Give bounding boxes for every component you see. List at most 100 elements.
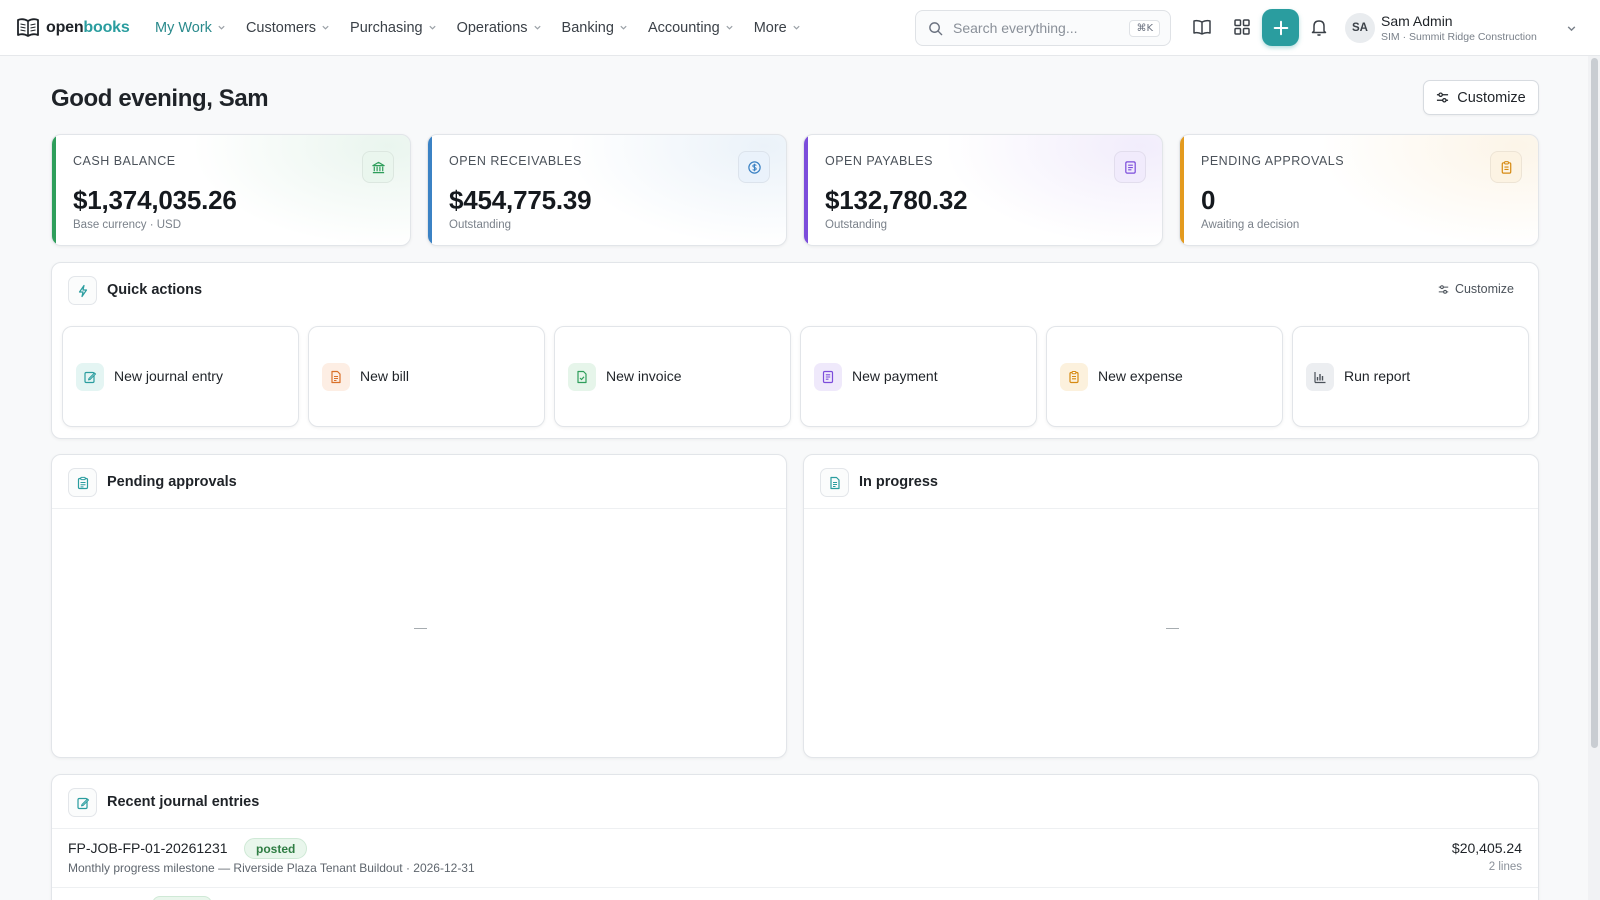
page-scrollbar-thumb[interactable] (1591, 58, 1598, 748)
global-search-input[interactable]: Search everything... ⌘K (915, 10, 1171, 46)
chevron-down-icon (533, 25, 541, 30)
quick-action-label: New expense (1098, 368, 1183, 384)
stat-card-open-receivables[interactable]: OPEN RECEIVABLES $454,775.39 Outstanding (427, 134, 787, 246)
chevron-down-icon (620, 25, 627, 30)
notifications-bell-icon[interactable] (1308, 16, 1330, 38)
customize-dashboard-button[interactable]: Customize (1423, 80, 1539, 115)
clipboard-icon (1490, 151, 1522, 183)
chevron-down-icon (793, 25, 800, 30)
stat-value: 0 (1201, 185, 1216, 215)
create-new-button[interactable] (1262, 9, 1299, 46)
nav-operations[interactable]: Operations (457, 0, 542, 56)
journal-entry-description: Monthly progress milestone — Riverside P… (68, 861, 475, 875)
nav-label: Customers (245, 19, 317, 36)
stat-subtext: Awaiting a decision (1201, 219, 1300, 231)
pending-approvals-panel: Pending approvals — (51, 454, 787, 758)
quick-actions-title: Quick actions (107, 282, 203, 298)
page-greeting: Good evening, Sam (51, 85, 269, 112)
payment-icon (814, 363, 842, 391)
stat-label: CASH BALANCE (73, 154, 176, 168)
in-progress-title: In progress (859, 474, 938, 490)
quick-action-label: New payment (852, 368, 938, 384)
in-progress-panel: In progress — (803, 454, 1539, 758)
quick-action-label: New bill (360, 368, 410, 384)
pending-approvals-empty-state: — (414, 620, 427, 635)
panel-divider (52, 828, 1538, 829)
nav-label: Accounting (647, 19, 720, 36)
quick-action-label: New journal entry (114, 368, 223, 384)
chevron-down-icon (726, 25, 733, 30)
quick-action-new-expense[interactable]: New expense (1046, 326, 1283, 427)
status-badge: posted (244, 838, 308, 859)
nav-accounting[interactable]: Accounting (648, 0, 734, 56)
chevron-down-icon (218, 25, 225, 30)
stat-accent-bar (52, 135, 56, 245)
stat-value: $1,374,035.26 (73, 185, 237, 215)
nav-label: Purchasing (350, 19, 423, 36)
dollar-circle-icon (738, 151, 770, 183)
user-name[interactable]: Sam Admin (1381, 13, 1453, 29)
quick-actions-customize-link[interactable]: Customize (1438, 282, 1514, 296)
pending-approvals-title: Pending approvals (107, 474, 237, 490)
receipt-icon (1114, 151, 1146, 183)
customize-label: Customize (1454, 282, 1514, 296)
nav-customers[interactable]: Customers (246, 0, 330, 56)
bank-icon (362, 151, 394, 183)
nav-label: My Work (155, 19, 212, 36)
user-avatar[interactable]: SA (1345, 13, 1375, 43)
status-badge-partial (152, 896, 212, 900)
stat-subtext: Outstanding (825, 219, 888, 231)
quick-action-new-invoice[interactable]: New invoice (554, 326, 791, 427)
chevron-down-icon (322, 25, 329, 30)
journal-edit-icon (68, 788, 97, 817)
stat-card-cash-balance[interactable]: CASH BALANCE $1,374,035.26 Base currency… (51, 134, 411, 246)
chevron-down-icon (428, 25, 436, 30)
quick-action-label: Run report (1344, 368, 1411, 384)
document-icon (820, 468, 849, 497)
book-icon[interactable] (1191, 16, 1213, 38)
stat-subtext: Outstanding (449, 219, 512, 231)
recent-journal-entries-title: Recent journal entries (107, 794, 260, 810)
recent-journal-entries-panel: Recent journal entries (51, 774, 1539, 900)
plus-icon (1273, 20, 1288, 35)
sliders-icon (1437, 92, 1449, 103)
top-navigation-bar: openbooks My Work Customers Purchasing O… (0, 0, 1600, 56)
customize-label: Customize (1457, 89, 1526, 106)
nav-label: Banking (561, 19, 614, 36)
user-organization: SIM · Summit Ridge Construction (1381, 31, 1537, 43)
bar-chart-icon (1306, 363, 1334, 391)
bill-icon (322, 363, 350, 391)
app-name: openbooks (46, 18, 130, 36)
clipboard-list-icon (68, 468, 97, 497)
book-logo-icon (17, 17, 39, 37)
quick-action-new-bill[interactable]: New bill (308, 326, 545, 427)
nav-label: Operations (456, 19, 528, 36)
quick-action-run-report[interactable]: Run report (1292, 326, 1529, 427)
user-menu-chevron-icon[interactable] (1566, 23, 1577, 34)
quick-action-new-journal-entry[interactable]: New journal entry (62, 326, 299, 427)
stat-card-open-payables[interactable]: OPEN PAYABLES $132,780.32 Outstanding (803, 134, 1163, 246)
search-placeholder: Search everything... (953, 20, 1078, 36)
apps-grid-icon[interactable] (1231, 16, 1253, 38)
quick-action-new-payment[interactable]: New payment (800, 326, 1037, 427)
lightning-icon (68, 276, 97, 305)
nav-more[interactable]: More (754, 0, 801, 56)
nav-purchasing[interactable]: Purchasing (350, 0, 437, 56)
nav-banking[interactable]: Banking (562, 0, 628, 56)
app-logo[interactable]: openbooks (16, 17, 138, 39)
quick-action-label: New invoice (606, 368, 682, 384)
stat-card-pending-approvals[interactable]: PENDING APPROVALS 0 Awaiting a decision (1179, 134, 1539, 246)
main-nav: My Work Customers Purchasing Operations … (155, 0, 821, 56)
stat-label: OPEN RECEIVABLES (449, 154, 582, 168)
nav-my-work[interactable]: My Work (155, 0, 226, 56)
invoice-icon (568, 363, 596, 391)
stat-label: PENDING APPROVALS (1201, 154, 1345, 168)
row-divider (52, 887, 1538, 888)
expense-icon (1060, 363, 1088, 391)
journal-entry-amount: $20,405.24 (1451, 840, 1522, 856)
panel-divider (52, 508, 786, 509)
stat-subtext: Base currency · USD (73, 219, 182, 231)
journal-entry-reference: FP-JOB-FP-01-20261231 (68, 840, 228, 856)
search-shortcut-hint: ⌘K (1129, 19, 1160, 37)
stat-value: $132,780.32 (825, 185, 968, 215)
